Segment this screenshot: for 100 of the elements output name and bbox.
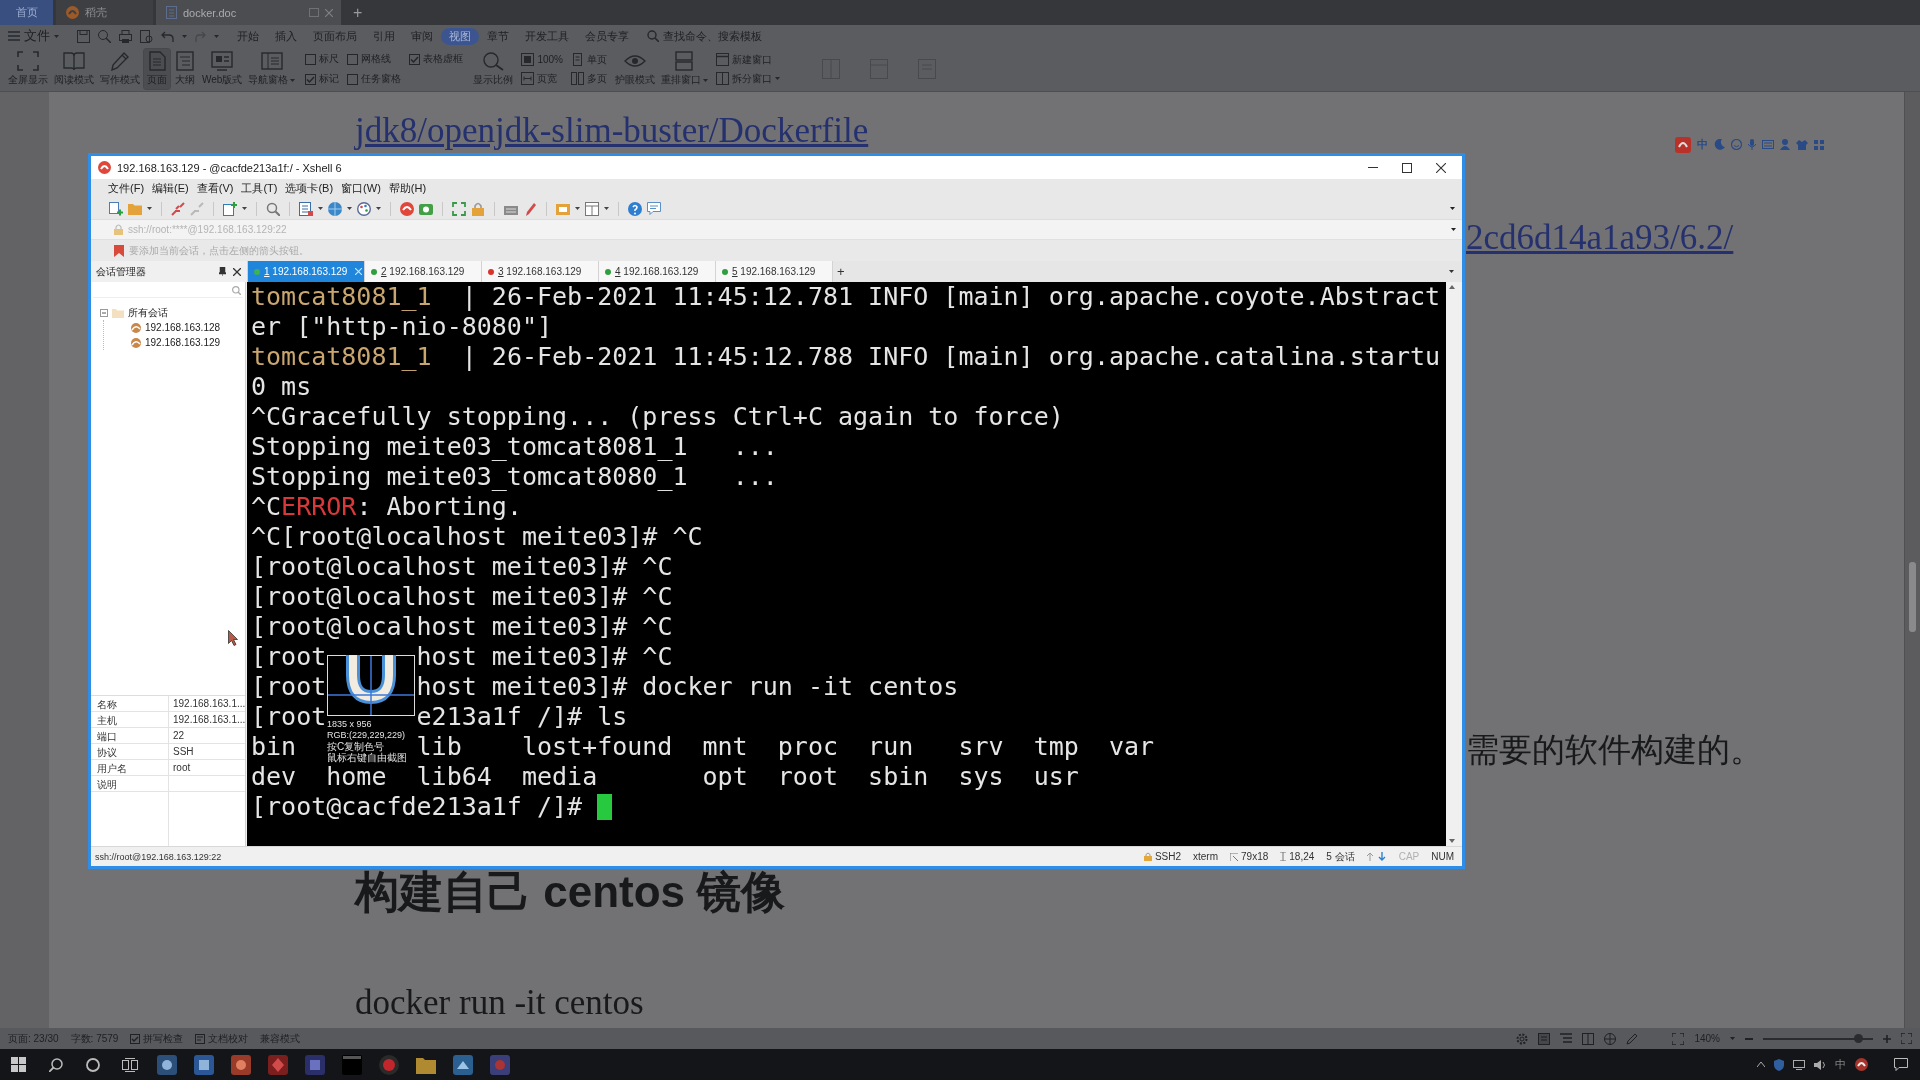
bookmark-icon[interactable] bbox=[114, 244, 124, 257]
caret-icon[interactable] bbox=[575, 207, 580, 210]
checkbox[interactable] bbox=[347, 53, 359, 65]
minus-icon[interactable] bbox=[1745, 1037, 1753, 1040]
document-check-icon[interactable] bbox=[195, 1033, 206, 1044]
properties-icon[interactable] bbox=[299, 201, 313, 216]
chat-icon[interactable] bbox=[647, 201, 661, 216]
save-icon[interactable] bbox=[77, 29, 90, 43]
checkbox[interactable] bbox=[130, 1033, 141, 1044]
app-icon[interactable] bbox=[193, 1054, 214, 1075]
scrollbar[interactable] bbox=[1446, 282, 1458, 846]
app-icon[interactable] bbox=[156, 1054, 177, 1075]
page-view-icon[interactable] bbox=[1538, 1032, 1551, 1045]
fit-icon[interactable] bbox=[1672, 1032, 1685, 1045]
camera-icon[interactable] bbox=[419, 201, 433, 216]
lock-icon[interactable] bbox=[471, 201, 485, 216]
pen-icon[interactable] bbox=[523, 201, 537, 216]
menu-tab[interactable]: 视图 bbox=[441, 27, 479, 45]
pencil-icon[interactable] bbox=[1626, 1032, 1639, 1045]
terminal-icon[interactable] bbox=[341, 1054, 362, 1075]
menu-item[interactable]: 帮助(H) bbox=[384, 181, 431, 196]
network-icon[interactable] bbox=[1793, 1059, 1805, 1070]
caret-icon[interactable] bbox=[376, 207, 381, 210]
notification-icon[interactable] bbox=[1894, 1058, 1908, 1071]
zoom-value[interactable]: 140% bbox=[1694, 1033, 1720, 1044]
maximize-icon[interactable] bbox=[1402, 162, 1412, 173]
menu-tab[interactable]: 审阅 bbox=[403, 27, 441, 45]
caret-icon[interactable] bbox=[1450, 207, 1455, 210]
link[interactable]: 2cd6d14a1a93/6.2/ bbox=[1466, 217, 1734, 259]
tree-item[interactable]: 192.168.163.129 bbox=[145, 337, 221, 348]
app-icon[interactable] bbox=[267, 1054, 288, 1075]
session-tab[interactable]: 1 192.168.163.129 bbox=[248, 261, 365, 282]
search-field[interactable] bbox=[93, 283, 243, 298]
file-menu[interactable]: 文件 bbox=[24, 27, 50, 45]
printer-icon[interactable] bbox=[119, 29, 132, 43]
window-icon[interactable] bbox=[309, 8, 319, 17]
shield-icon[interactable] bbox=[1774, 1058, 1784, 1071]
close-icon[interactable] bbox=[233, 267, 241, 276]
tree-item[interactable]: 所有会话 bbox=[128, 305, 168, 320]
fullscreen-icon[interactable] bbox=[452, 201, 466, 216]
person-icon[interactable] bbox=[1780, 139, 1790, 150]
windows-icon[interactable] bbox=[11, 1057, 26, 1072]
scrollbar[interactable] bbox=[1904, 92, 1920, 1028]
home-tab[interactable]: 首页 bbox=[0, 0, 53, 25]
chain-icon[interactable] bbox=[190, 201, 204, 216]
new-tab-button[interactable]: + bbox=[833, 264, 849, 279]
caret-icon[interactable] bbox=[147, 207, 152, 210]
caret-icon[interactable] bbox=[242, 207, 247, 210]
caret-icon[interactable] bbox=[318, 207, 323, 210]
caret-icon[interactable] bbox=[347, 207, 352, 210]
speaker-icon[interactable] bbox=[1814, 1059, 1826, 1070]
slider-thumb[interactable] bbox=[1853, 1033, 1863, 1043]
new-tab-button[interactable]: + bbox=[341, 3, 375, 22]
logo-icon[interactable] bbox=[1855, 1058, 1868, 1071]
record-icon[interactable] bbox=[378, 1054, 399, 1075]
fullscreen-icon[interactable] bbox=[1901, 1033, 1912, 1044]
session-tab[interactable]: 5 192.168.163.129 bbox=[716, 261, 833, 282]
document-tab[interactable]: 稻壳 bbox=[56, 0, 153, 25]
undo-icon[interactable] bbox=[161, 30, 174, 42]
session-tab[interactable]: 2 192.168.163.129 bbox=[365, 261, 482, 282]
globe-icon[interactable] bbox=[1604, 1032, 1617, 1045]
palette-icon[interactable] bbox=[357, 201, 371, 216]
ime-mode-text[interactable]: 中 bbox=[1835, 1057, 1846, 1072]
app-icon[interactable] bbox=[452, 1054, 473, 1075]
circle-icon[interactable] bbox=[85, 1057, 100, 1072]
moon-icon[interactable] bbox=[1714, 139, 1725, 150]
session-tab[interactable]: 4 192.168.163.129 bbox=[599, 261, 716, 282]
collapse-icon[interactable] bbox=[100, 308, 108, 317]
checkbox[interactable] bbox=[409, 53, 421, 65]
pin-icon[interactable] bbox=[219, 267, 226, 276]
mic-icon[interactable] bbox=[1748, 139, 1756, 150]
ribbon-button[interactable]: 100% bbox=[521, 52, 563, 67]
caret-icon[interactable] bbox=[1451, 228, 1456, 231]
smile-icon[interactable] bbox=[1731, 139, 1742, 150]
menu-item[interactable]: 文件(F) bbox=[104, 181, 149, 196]
app-icon[interactable] bbox=[230, 1054, 251, 1075]
checkbox[interactable] bbox=[347, 73, 359, 85]
keyboard-icon[interactable] bbox=[1762, 140, 1774, 149]
book-view-icon[interactable] bbox=[1582, 1032, 1595, 1045]
scroll-up-icon[interactable] bbox=[1449, 285, 1455, 289]
checkbox[interactable] bbox=[305, 73, 317, 85]
menu-item[interactable]: 查看(V) bbox=[192, 181, 238, 196]
chain-icon[interactable] bbox=[171, 201, 185, 216]
preview-icon[interactable] bbox=[140, 29, 153, 43]
shirt-icon[interactable] bbox=[1796, 139, 1808, 150]
ime-mode-text[interactable]: 中 bbox=[1697, 137, 1708, 152]
scroll-down-icon[interactable] bbox=[1449, 839, 1455, 843]
checkbox[interactable] bbox=[305, 53, 317, 65]
grid-icon[interactable] bbox=[1814, 139, 1824, 150]
outline-view-icon[interactable] bbox=[1560, 1032, 1573, 1045]
plus-icon[interactable] bbox=[1883, 1034, 1891, 1043]
caret-icon[interactable] bbox=[604, 207, 609, 210]
caret-icon[interactable] bbox=[1449, 270, 1454, 273]
document-tab[interactable]: docker.doc bbox=[156, 0, 341, 25]
menu-icon[interactable] bbox=[8, 31, 20, 41]
magnifier-icon[interactable] bbox=[98, 29, 111, 43]
menu-item[interactable]: 工具(T) bbox=[237, 181, 282, 196]
link[interactable]: jdk8/openjdk-slim-buster/Dockerfile bbox=[355, 110, 869, 152]
search-icon[interactable] bbox=[48, 1057, 63, 1072]
help-icon[interactable] bbox=[628, 201, 642, 216]
